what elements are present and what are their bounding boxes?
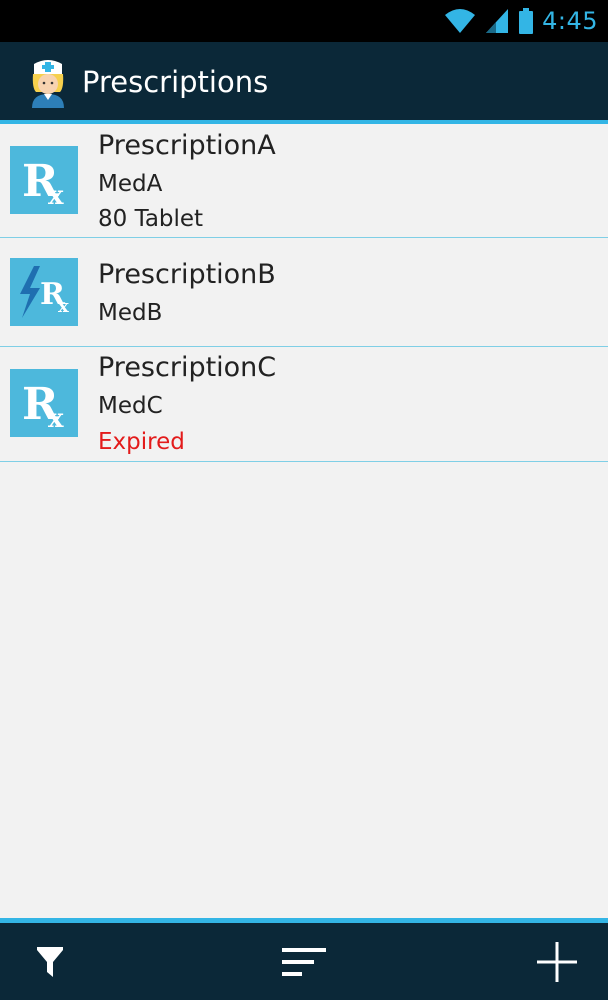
wifi-icon: [445, 9, 476, 33]
sort-icon: [282, 947, 326, 976]
filter-icon: [37, 946, 63, 977]
add-button[interactable]: [517, 923, 597, 1000]
prescription-name: PrescriptionC: [98, 352, 277, 383]
filter-button[interactable]: [10, 923, 90, 1000]
medication-name: MedC: [98, 393, 163, 419]
expired-label: Expired: [98, 429, 185, 455]
signal-icon: [486, 9, 509, 33]
list-item[interactable]: R x PrescriptionA MedA 80 Tablet: [0, 124, 608, 238]
status-bar: 4:45: [0, 0, 608, 42]
prescription-quantity: 80 Tablet: [98, 206, 204, 232]
status-time: 4:45: [542, 7, 598, 35]
battery-icon: [519, 8, 534, 34]
medication-name: MedB: [98, 300, 163, 326]
svg-text:x: x: [48, 404, 64, 434]
list-item[interactable]: R x PrescriptionB MedB: [0, 238, 608, 347]
sort-button[interactable]: [264, 923, 344, 1000]
rx-lightning-icon: R x: [10, 258, 78, 326]
rx-icon: R x: [10, 369, 78, 437]
status-icons: 4:45: [444, 0, 598, 42]
prescription-list: R x PrescriptionA MedA 80 Tablet R x Pre…: [0, 124, 608, 462]
nurse-icon[interactable]: [26, 58, 70, 108]
svg-text:x: x: [48, 181, 64, 211]
prescription-name: PrescriptionA: [98, 130, 276, 161]
svg-text:x: x: [58, 296, 69, 317]
page-title: Prescriptions: [82, 65, 269, 99]
add-icon: [537, 941, 577, 982]
list-item[interactable]: R x PrescriptionC MedC Expired: [0, 347, 608, 462]
rx-icon: R x: [10, 146, 78, 214]
medication-name: MedA: [98, 171, 163, 197]
prescription-name: PrescriptionB: [98, 259, 276, 290]
